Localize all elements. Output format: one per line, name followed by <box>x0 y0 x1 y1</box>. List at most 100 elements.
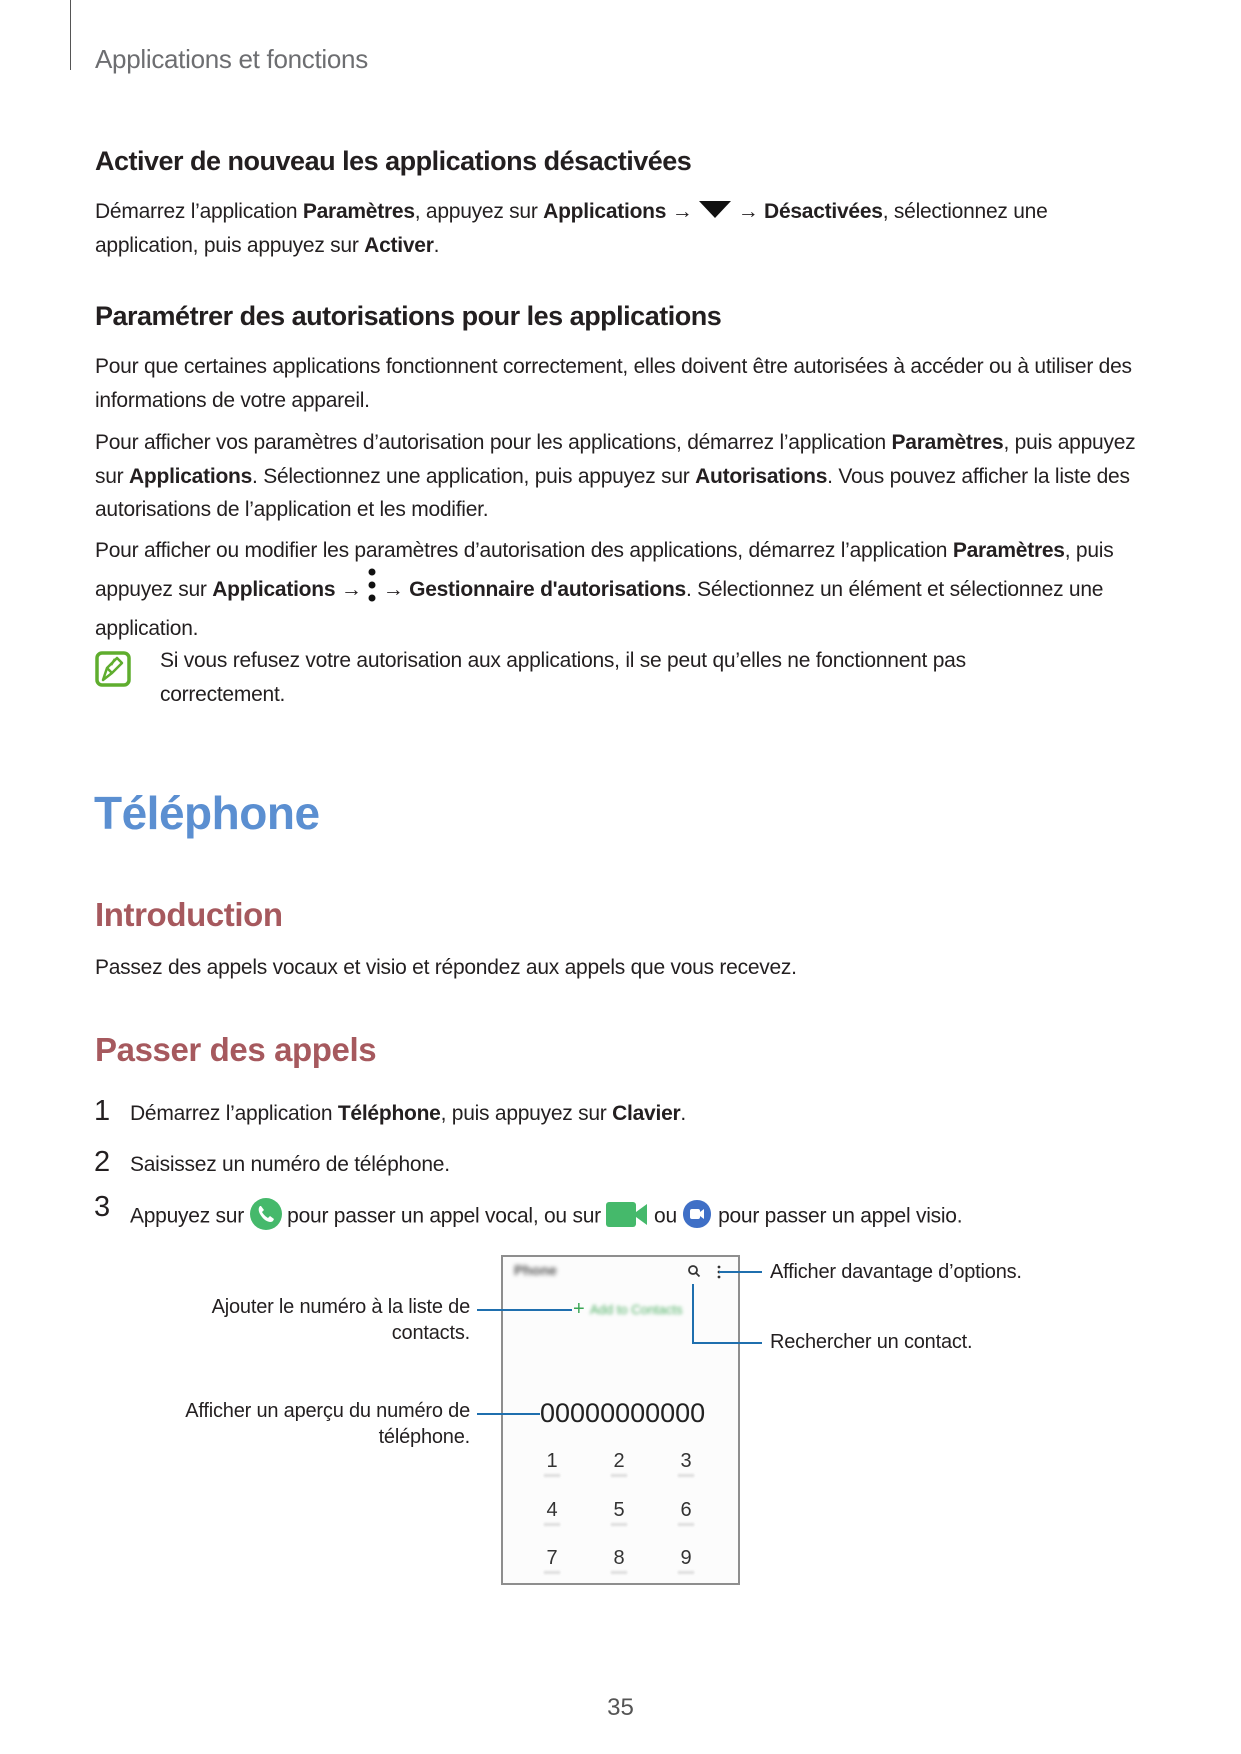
text-run: Appuyez sur <box>130 1204 250 1228</box>
keypad-key[interactable]: 3 <box>671 1450 701 1477</box>
callout-preview-number: Afficher un aperçu du numéro de téléphone… <box>100 1398 470 1450</box>
keypad-key[interactable]: 4 <box>537 1499 567 1526</box>
phone-call-icon <box>249 1198 282 1236</box>
page-number: 35 <box>607 1694 634 1721</box>
section-heading-calls: Passer des appels <box>95 1031 377 1068</box>
key-digit: 6 <box>680 1499 692 1521</box>
text-run: . <box>433 234 440 258</box>
note-text: Si vous refusez votre autorisation aux a… <box>160 649 966 706</box>
bold-term: Applications <box>543 200 667 223</box>
key-letters <box>678 1523 694 1526</box>
callout-line-2: contacts. <box>391 1322 470 1344</box>
step-number: 1 <box>94 1095 111 1127</box>
bold-term: Autorisations <box>695 464 828 488</box>
key-letters <box>678 1571 694 1574</box>
text-run: . <box>680 1102 687 1125</box>
key-digit: 8 <box>613 1547 625 1569</box>
key-letters <box>611 1571 627 1574</box>
bold-term: Désactivées <box>764 200 883 223</box>
bold-term: Applications <box>129 464 253 488</box>
intro-text: Passez des appels vocaux et visio et rép… <box>95 956 797 979</box>
text-run: → <box>732 200 765 223</box>
keypad-key[interactable]: 5 <box>604 1499 634 1526</box>
bold-term: Paramètres <box>302 200 415 223</box>
keypad-key[interactable]: 1 <box>537 1450 567 1477</box>
add-icon: + <box>573 1298 585 1320</box>
bold-term: Paramètres <box>952 539 1065 562</box>
note-icon <box>95 651 131 692</box>
paragraph-permissions-2: Pour afficher vos paramètres d’autorisat… <box>95 426 1145 527</box>
callout-add-contact: Ajouter le numéro à la liste de contacts. <box>100 1294 471 1346</box>
callout-line <box>477 1309 572 1311</box>
dropdown-triangle-icon <box>698 196 732 230</box>
bold-term: Gestionnaire d'autorisations <box>409 577 686 601</box>
step-number: 3 <box>94 1191 111 1223</box>
key-letters <box>544 1523 560 1526</box>
keypad-key[interactable]: 8 <box>604 1547 634 1574</box>
bold-term: Téléphone <box>337 1102 441 1125</box>
duo-video-icon <box>682 1199 712 1235</box>
text-run: Saisissez un numéro de téléphone. <box>130 1153 450 1176</box>
more-options-icon[interactable] <box>717 1265 721 1284</box>
video-call-icon <box>606 1200 648 1234</box>
key-letters <box>678 1474 694 1477</box>
key-letters <box>611 1474 627 1477</box>
text-run: . Sélectionnez une application, puis app… <box>252 464 696 488</box>
step-number: 2 <box>94 1146 111 1178</box>
app-title: Phone <box>514 1262 557 1278</box>
text-run: , puis appuyez sur <box>440 1102 613 1125</box>
text-run: Démarrez l’application <box>130 1102 338 1125</box>
key-letters <box>611 1523 627 1526</box>
keypad-key[interactable]: 7 <box>537 1547 567 1574</box>
key-digit: 7 <box>546 1547 558 1569</box>
step-text: Saisissez un numéro de téléphone. <box>130 1153 450 1177</box>
text-run: Pour afficher vos paramètres d’autorisat… <box>95 431 892 454</box>
paragraph-permissions-3: Pour afficher ou modifier les paramètres… <box>95 534 1145 646</box>
text-run: ou <box>648 1204 683 1228</box>
callout-search: Rechercher un contact. <box>770 1331 973 1353</box>
running-header: Applications et fonctions <box>95 44 368 74</box>
chapter-title: Téléphone <box>94 787 320 839</box>
keypad-key[interactable]: 2 <box>604 1450 634 1477</box>
add-to-contacts-button[interactable]: Add to Contacts <box>590 1302 683 1317</box>
callout-line <box>692 1284 694 1344</box>
callout-line <box>477 1413 540 1415</box>
key-letters <box>544 1571 560 1574</box>
bold-term: Applications <box>212 577 336 601</box>
paragraph-reactivate: Démarrez l’application Paramètres, appuy… <box>95 195 1145 263</box>
search-icon[interactable] <box>687 1264 701 1283</box>
text-run: , appuyez sur <box>414 200 544 223</box>
text-run: Pour que certaines applications fonction… <box>95 355 1132 412</box>
keypad-key[interactable]: 9 <box>671 1547 701 1574</box>
bold-term: Paramètres <box>891 431 1004 454</box>
callout-line-1: Afficher un aperçu du numéro de <box>185 1400 470 1422</box>
key-digit: 5 <box>613 1499 625 1521</box>
keypad-key[interactable]: 6 <box>671 1499 701 1526</box>
text-run: pour passer un appel visio. <box>712 1204 963 1228</box>
section-heading-introduction: Introduction <box>95 896 283 933</box>
paragraph-permissions-1: Pour que certaines applications fonction… <box>95 350 1145 417</box>
callout-line <box>692 1342 762 1344</box>
step-text: Démarrez l’application Téléphone, puis a… <box>130 1102 686 1126</box>
key-digit: 3 <box>680 1450 692 1472</box>
text-run: Démarrez l’application <box>95 200 303 223</box>
bold-term: Clavier <box>612 1102 681 1125</box>
bold-term: Activer <box>364 234 434 258</box>
more-options-icon <box>367 568 377 613</box>
callout-line <box>719 1271 762 1273</box>
callout-line-2: téléphone. <box>378 1426 471 1448</box>
section-heading-permissions: Paramétrer des autorisations pour les ap… <box>95 301 722 331</box>
key-digit: 2 <box>613 1450 625 1472</box>
text-run: Pour afficher ou modifier les paramètres… <box>95 539 953 562</box>
dialed-number: 00000000000 <box>540 1398 706 1428</box>
key-letters <box>544 1474 560 1477</box>
text-run: → <box>335 577 368 601</box>
key-digit: 4 <box>546 1499 558 1521</box>
callout-line-1: Ajouter le numéro à la liste de <box>211 1296 471 1318</box>
text-run: → <box>377 577 410 601</box>
text-run: pour passer un appel vocal, ou sur <box>281 1204 607 1228</box>
key-digit: 9 <box>680 1547 692 1569</box>
callout-more-options: Afficher davantage d’options. <box>770 1261 1022 1283</box>
key-digit: 1 <box>546 1450 558 1472</box>
step-text: Appuyez sur pour passer un appel vocal, … <box>130 1198 963 1236</box>
